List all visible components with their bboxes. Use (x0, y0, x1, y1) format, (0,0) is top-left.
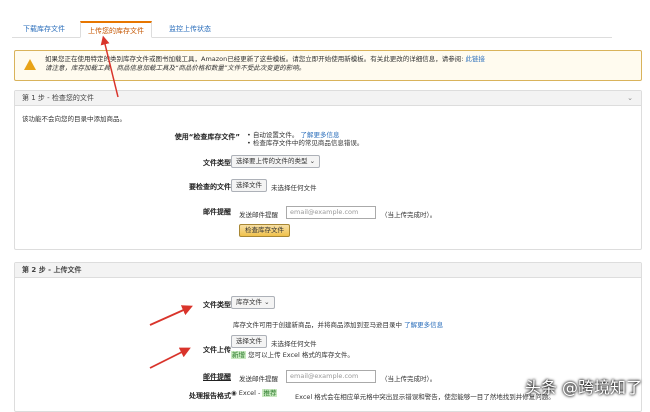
arrow-annotation (100, 35, 119, 98)
watermark: 头条 @跨境知了 (524, 378, 642, 397)
annotation-arrows (100, 35, 193, 369)
arrow-annotation (149, 347, 191, 369)
arrow-annotation (149, 305, 193, 326)
